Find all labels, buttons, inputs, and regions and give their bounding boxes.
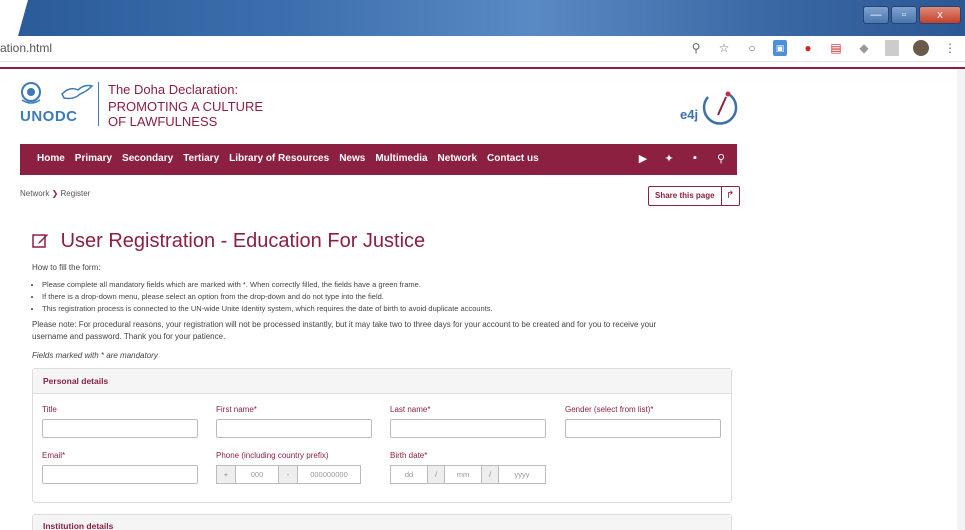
browser-titlebar: — ▫ x — [0, 0, 965, 36]
instructions-list: Please complete all mandatory fields whi… — [42, 279, 493, 315]
gender-select[interactable] — [565, 419, 721, 438]
search-icon[interactable]: ⚲ — [715, 152, 727, 165]
nav-network[interactable]: Network — [438, 153, 477, 164]
social-links: ▶ ✦ ▪ ⚲ — [637, 152, 727, 165]
birth-month-input[interactable]: mm — [444, 465, 482, 484]
gender-label: Gender (select from list)* — [565, 405, 654, 414]
phone-prefix-input[interactable]: 000 — [235, 465, 279, 484]
toolbar-icons: ⚲ ☆ ○ ▣ ● ▤ ◆ ⋮ — [689, 40, 957, 56]
extension-circle-icon[interactable]: ○ — [745, 40, 759, 56]
doha-title: The Doha Declaration: — [108, 82, 239, 97]
compass-icon — [702, 91, 738, 125]
dove-icon — [61, 84, 94, 100]
main-navbar: Home Primary Secondary Tertiary Library … — [20, 144, 737, 175]
page-scrollbar[interactable] — [957, 69, 965, 530]
shield-icon[interactable]: ◆ — [857, 40, 871, 56]
logo-divider — [98, 82, 99, 126]
extension-red-icon[interactable]: ● — [801, 40, 815, 56]
birth-day-input[interactable]: dd — [390, 465, 428, 484]
window-controls: — ▫ x — [863, 6, 961, 24]
doha-subtitle-2: OF LAWFULNESS — [108, 114, 218, 129]
doha-subtitle-1: PROMOTING A CULTURE — [108, 99, 264, 114]
star-icon[interactable]: ☆ — [717, 40, 731, 56]
youtube-icon[interactable]: ▶ — [637, 152, 649, 165]
avatar[interactable] — [913, 40, 929, 56]
email-label: Email* — [42, 451, 66, 460]
nav-home[interactable]: Home — [37, 153, 65, 164]
breadcrumb-separator: ❯ — [51, 189, 59, 198]
nav-tertiary[interactable]: Tertiary — [183, 153, 219, 164]
breadcrumb: Network ❯ Register — [20, 189, 90, 198]
browser-toolbar: ation.html ⚲ ☆ ○ ▣ ● ▤ ◆ ⋮ — [0, 36, 965, 62]
list-item: Please complete all mandatory fields whi… — [42, 279, 493, 291]
extension-blue-icon[interactable]: ▣ — [773, 40, 787, 56]
edit-icon — [32, 234, 48, 248]
flickr-icon[interactable]: ▪ — [689, 152, 701, 165]
e4j-wordmark: e4j — [680, 107, 699, 122]
nav-menu: Home Primary Secondary Tertiary Library … — [37, 153, 539, 164]
nav-primary[interactable]: Primary — [75, 153, 112, 164]
maximize-button[interactable]: ▫ — [891, 6, 917, 24]
phone-label: Phone (including country prefix) — [216, 451, 329, 460]
nav-multimedia[interactable]: Multimedia — [375, 153, 427, 164]
nav-library[interactable]: Library of Resources — [229, 153, 329, 164]
breadcrumb-current: Register — [60, 189, 91, 198]
list-item: This registration process is connected t… — [42, 303, 493, 315]
title-field[interactable] — [42, 419, 198, 438]
nav-news[interactable]: News — [339, 153, 365, 164]
birth-date-label: Birth date* — [390, 451, 428, 460]
share-page-button[interactable]: Share this page ↱ — [648, 186, 740, 206]
phone-plus-addon: + — [216, 465, 236, 484]
phone-dash-addon: - — [278, 465, 298, 484]
phone-number-input[interactable]: 000000000 — [297, 465, 361, 484]
panel-heading: Personal details — [33, 369, 731, 394]
email-field[interactable] — [42, 465, 198, 484]
close-button[interactable]: x — [919, 6, 961, 24]
minimize-button[interactable]: — — [863, 6, 889, 24]
institution-details-panel: Institution details — [32, 514, 732, 530]
note-line-2: username and password. Thank you for you… — [32, 332, 226, 341]
search-icon[interactable]: ⚲ — [689, 40, 703, 56]
pdf-icon[interactable]: ▤ — [829, 40, 843, 56]
share-label: Share this page — [655, 191, 715, 200]
page-title-text: User Registration - Education For Justic… — [60, 230, 426, 252]
nav-contact[interactable]: Contact us — [487, 153, 539, 164]
tab-edge — [18, 0, 28, 36]
menu-icon[interactable]: ⋮ — [943, 40, 957, 56]
share-arrow-icon: ↱ — [720, 187, 739, 205]
note-line-1: Please note: For procedural reasons, you… — [32, 320, 657, 329]
title-label: Title — [42, 405, 57, 414]
toolbar-divider — [885, 40, 899, 56]
address-bar[interactable]: ation.html — [0, 41, 52, 55]
breadcrumb-network[interactable]: Network — [20, 189, 49, 198]
twitter-icon[interactable]: ✦ — [663, 152, 675, 165]
date-separator: / — [481, 465, 499, 484]
birth-year-input[interactable]: yyyy — [498, 465, 546, 484]
first-name-label: First name* — [216, 405, 257, 414]
page-title: User Registration - Education For Justic… — [32, 230, 425, 253]
last-name-label: Last name* — [390, 405, 431, 414]
nav-secondary[interactable]: Secondary — [122, 153, 173, 164]
mandatory-note: Fields marked with * are mandatory — [32, 351, 158, 360]
panel-heading: Institution details — [33, 515, 731, 530]
first-name-field[interactable] — [216, 419, 372, 438]
page-top-border — [0, 67, 965, 69]
last-name-field[interactable] — [390, 419, 546, 438]
e4j-logo[interactable]: e4j — [680, 89, 740, 129]
unodc-wordmark: UNODC — [20, 108, 78, 125]
un-emblem-icon — [21, 82, 41, 104]
list-item: If there is a drop-down menu, please sel… — [42, 291, 493, 303]
browser-tab[interactable] — [0, 0, 18, 36]
howto-heading: How to fill the form: — [32, 263, 101, 272]
date-separator: / — [427, 465, 445, 484]
